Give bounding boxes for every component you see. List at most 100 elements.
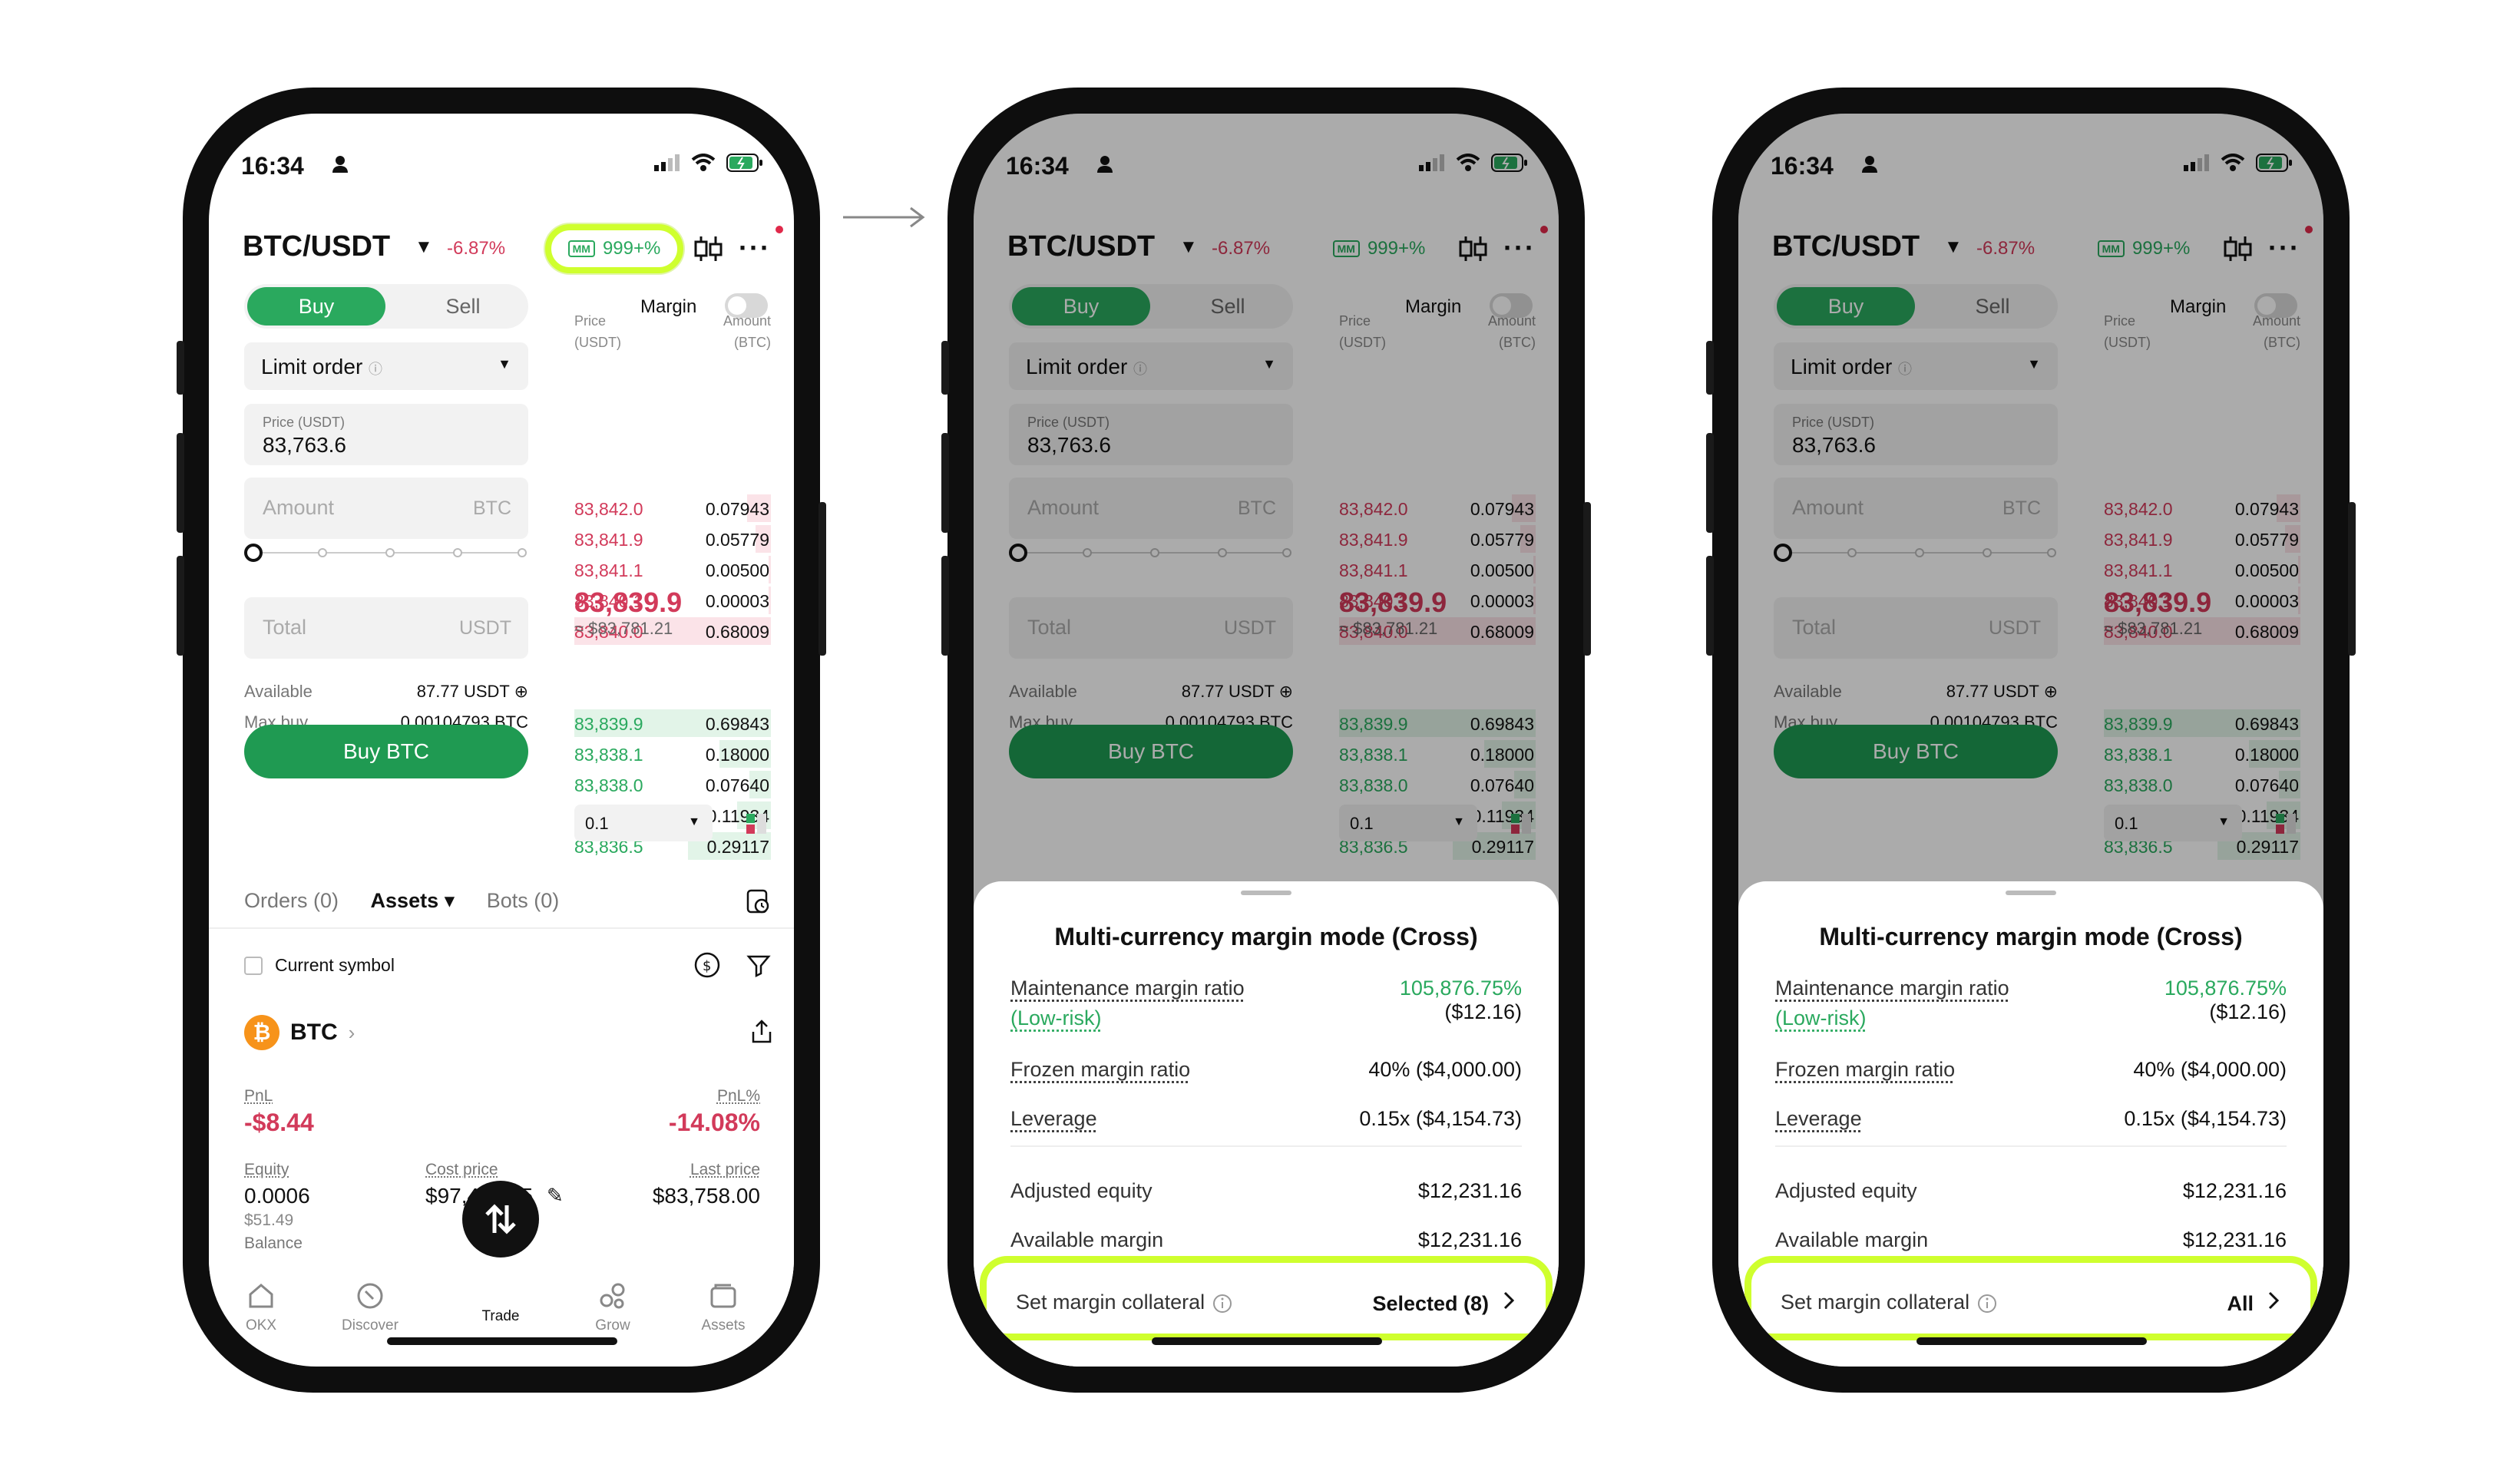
caret-down-icon[interactable]: ▼	[1944, 236, 1963, 258]
total-input[interactable]: Total USDT	[244, 597, 528, 659]
frozen-label[interactable]: Frozen margin ratio	[1010, 1058, 1190, 1081]
amount-input[interactable]: Amount BTC	[1774, 478, 2058, 539]
asset-row-btc[interactable]: ₿ BTC ›	[244, 1015, 355, 1050]
bid-row[interactable]: 83,838.1 0.18000	[574, 740, 771, 768]
nav-discover[interactable]: Discover	[332, 1281, 408, 1334]
tab-orders[interactable]: Orders (0)	[244, 889, 339, 912]
slider-handle[interactable]	[244, 544, 263, 562]
bid-row[interactable]: 83,838.0 0.07640	[574, 771, 771, 798]
ask-row[interactable]: 83,841.9 0.05779	[2104, 525, 2300, 553]
current-symbol-checkbox[interactable]	[244, 957, 263, 975]
caret-down-icon[interactable]: ▼	[415, 236, 433, 258]
nav-trade[interactable]: Trade	[462, 1308, 539, 1325]
tab-sell[interactable]: Sell	[1927, 287, 2058, 326]
bid-row[interactable]: 83,838.1 0.18000	[1339, 740, 1536, 768]
ask-row[interactable]: 83,841.1 0.00500	[574, 556, 771, 583]
margin-level-pill[interactable]: MM 999+%	[1310, 224, 1448, 273]
ask-row[interactable]: 83,842.0 0.07943	[574, 494, 771, 522]
bid-row[interactable]: 83,839.9 0.69843	[574, 709, 771, 737]
leverage-label[interactable]: Leverage	[1010, 1107, 1097, 1130]
depth-step-select[interactable]: 0.1 ▼	[574, 805, 713, 841]
bid-row[interactable]: 83,838.1 0.18000	[2104, 740, 2300, 768]
margin-level-pill[interactable]: MM 999+%	[545, 224, 683, 273]
sheet-handle[interactable]	[1241, 891, 1291, 895]
add-funds-icon[interactable]: ⊕	[1279, 682, 1293, 701]
filter-icon[interactable]	[746, 953, 771, 978]
tab-bots[interactable]: Bots (0)	[487, 889, 560, 912]
pair-selector[interactable]: BTC/USDT	[1772, 230, 1920, 263]
more-icon[interactable]: ···	[2268, 232, 2300, 264]
trade-fab-button[interactable]	[462, 1181, 539, 1258]
more-icon[interactable]: ···	[739, 232, 771, 264]
tab-buy[interactable]: Buy	[1777, 287, 1915, 326]
total-input[interactable]: Total USDT	[1774, 597, 2058, 659]
bid-row[interactable]: 83,838.0 0.07640	[2104, 771, 2300, 798]
ask-row[interactable]: 83,842.0 0.07943	[1339, 494, 1536, 522]
share-icon[interactable]	[751, 1020, 772, 1044]
tab-assets[interactable]: Assets ▾	[371, 889, 455, 912]
sheet-handle[interactable]	[2006, 891, 2056, 895]
set-margin-collateral-row[interactable]: Set margin collateral Selected (8)	[980, 1256, 1553, 1340]
mmr-amount: ($12.16)	[1444, 1000, 1522, 1023]
depth-step-select[interactable]: 0.1 ▼	[2104, 805, 2242, 841]
book-layout-icon[interactable]	[2274, 812, 2297, 835]
buy-btc-button[interactable]: Buy BTC	[1009, 725, 1293, 778]
buy-btc-button[interactable]: Buy BTC	[1774, 725, 2058, 778]
price-input[interactable]: Price (USDT) 83,763.6	[1009, 404, 1293, 465]
pair-selector[interactable]: BTC/USDT	[243, 230, 390, 263]
candlestick-icon[interactable]	[2222, 235, 2253, 263]
amount-input[interactable]: Amount BTC	[244, 478, 528, 539]
book-layout-icon[interactable]	[745, 812, 768, 835]
tab-buy[interactable]: Buy	[1012, 287, 1150, 326]
nav-grow[interactable]: Grow	[574, 1281, 651, 1334]
bid-row[interactable]: 83,839.9 0.69843	[2104, 709, 2300, 737]
set-margin-collateral-row[interactable]: Set margin collateral All	[1744, 1256, 2317, 1340]
pair-selector[interactable]: BTC/USDT	[1007, 230, 1155, 263]
price-input[interactable]: Price (USDT) 83,763.6	[1774, 404, 2058, 465]
history-icon[interactable]	[746, 889, 771, 915]
candlestick-icon[interactable]	[693, 235, 723, 263]
candlestick-icon[interactable]	[1457, 235, 1488, 263]
ask-row[interactable]: 83,841.1 0.00500	[1339, 556, 1536, 583]
buy-btc-button[interactable]: Buy BTC	[244, 725, 528, 778]
slider-handle[interactable]	[1009, 544, 1027, 562]
available-row: Available 87.77 USDT ⊕	[244, 682, 528, 702]
bid-row[interactable]: 83,838.0 0.07640	[1339, 771, 1536, 798]
order-type-select[interactable]: Limit order ⓘ ▼	[1774, 342, 2058, 390]
amount-slider[interactable]	[244, 544, 528, 562]
frozen-label[interactable]: Frozen margin ratio	[1775, 1058, 1955, 1081]
ask-row[interactable]: 83,841.1 0.00500	[2104, 556, 2300, 583]
bid-row[interactable]: 83,839.9 0.69843	[1339, 709, 1536, 737]
add-funds-icon[interactable]: ⊕	[514, 682, 528, 701]
caret-down-icon[interactable]: ▼	[1179, 236, 1198, 258]
tab-buy[interactable]: Buy	[247, 287, 385, 326]
ask-row[interactable]: 83,842.0 0.07943	[2104, 494, 2300, 522]
nav-assets[interactable]: Assets	[685, 1281, 762, 1334]
ask-amount: 0.00003	[705, 591, 769, 611]
book-layout-icon[interactable]	[1510, 812, 1533, 835]
tab-sell[interactable]: Sell	[1162, 287, 1293, 326]
amount-input[interactable]: Amount BTC	[1009, 478, 1293, 539]
amount-slider[interactable]	[1009, 544, 1293, 562]
nav-okx[interactable]: OKX	[223, 1281, 299, 1334]
amount-slider[interactable]	[1774, 544, 2058, 562]
total-input[interactable]: Total USDT	[1009, 597, 1293, 659]
edit-icon[interactable]: ✎	[547, 1184, 564, 1208]
depth-step-select[interactable]: 0.1 ▼	[1339, 805, 1477, 841]
price-input[interactable]: Price (USDT) 83,763.6	[244, 404, 528, 465]
ask-row[interactable]: 83,841.9 0.05779	[1339, 525, 1536, 553]
info-icon[interactable]	[1977, 1294, 1997, 1314]
add-funds-icon[interactable]: ⊕	[2044, 682, 2058, 701]
order-type-select[interactable]: Limit order ⓘ ▼	[244, 342, 528, 390]
info-icon[interactable]	[1212, 1294, 1232, 1314]
margin-level-pill[interactable]: MM 999+%	[2075, 224, 2213, 273]
available-value: 87.77 USDT	[1946, 682, 2039, 701]
ask-row[interactable]: 83,841.9 0.05779	[574, 525, 771, 553]
asset-name: BTC	[290, 1020, 338, 1045]
tab-sell[interactable]: Sell	[398, 287, 528, 326]
order-type-select[interactable]: Limit order ⓘ ▼	[1009, 342, 1293, 390]
slider-handle[interactable]	[1774, 544, 1792, 562]
leverage-label[interactable]: Leverage	[1775, 1107, 1862, 1130]
convert-icon[interactable]: $	[693, 950, 722, 980]
more-icon[interactable]: ···	[1503, 232, 1536, 264]
